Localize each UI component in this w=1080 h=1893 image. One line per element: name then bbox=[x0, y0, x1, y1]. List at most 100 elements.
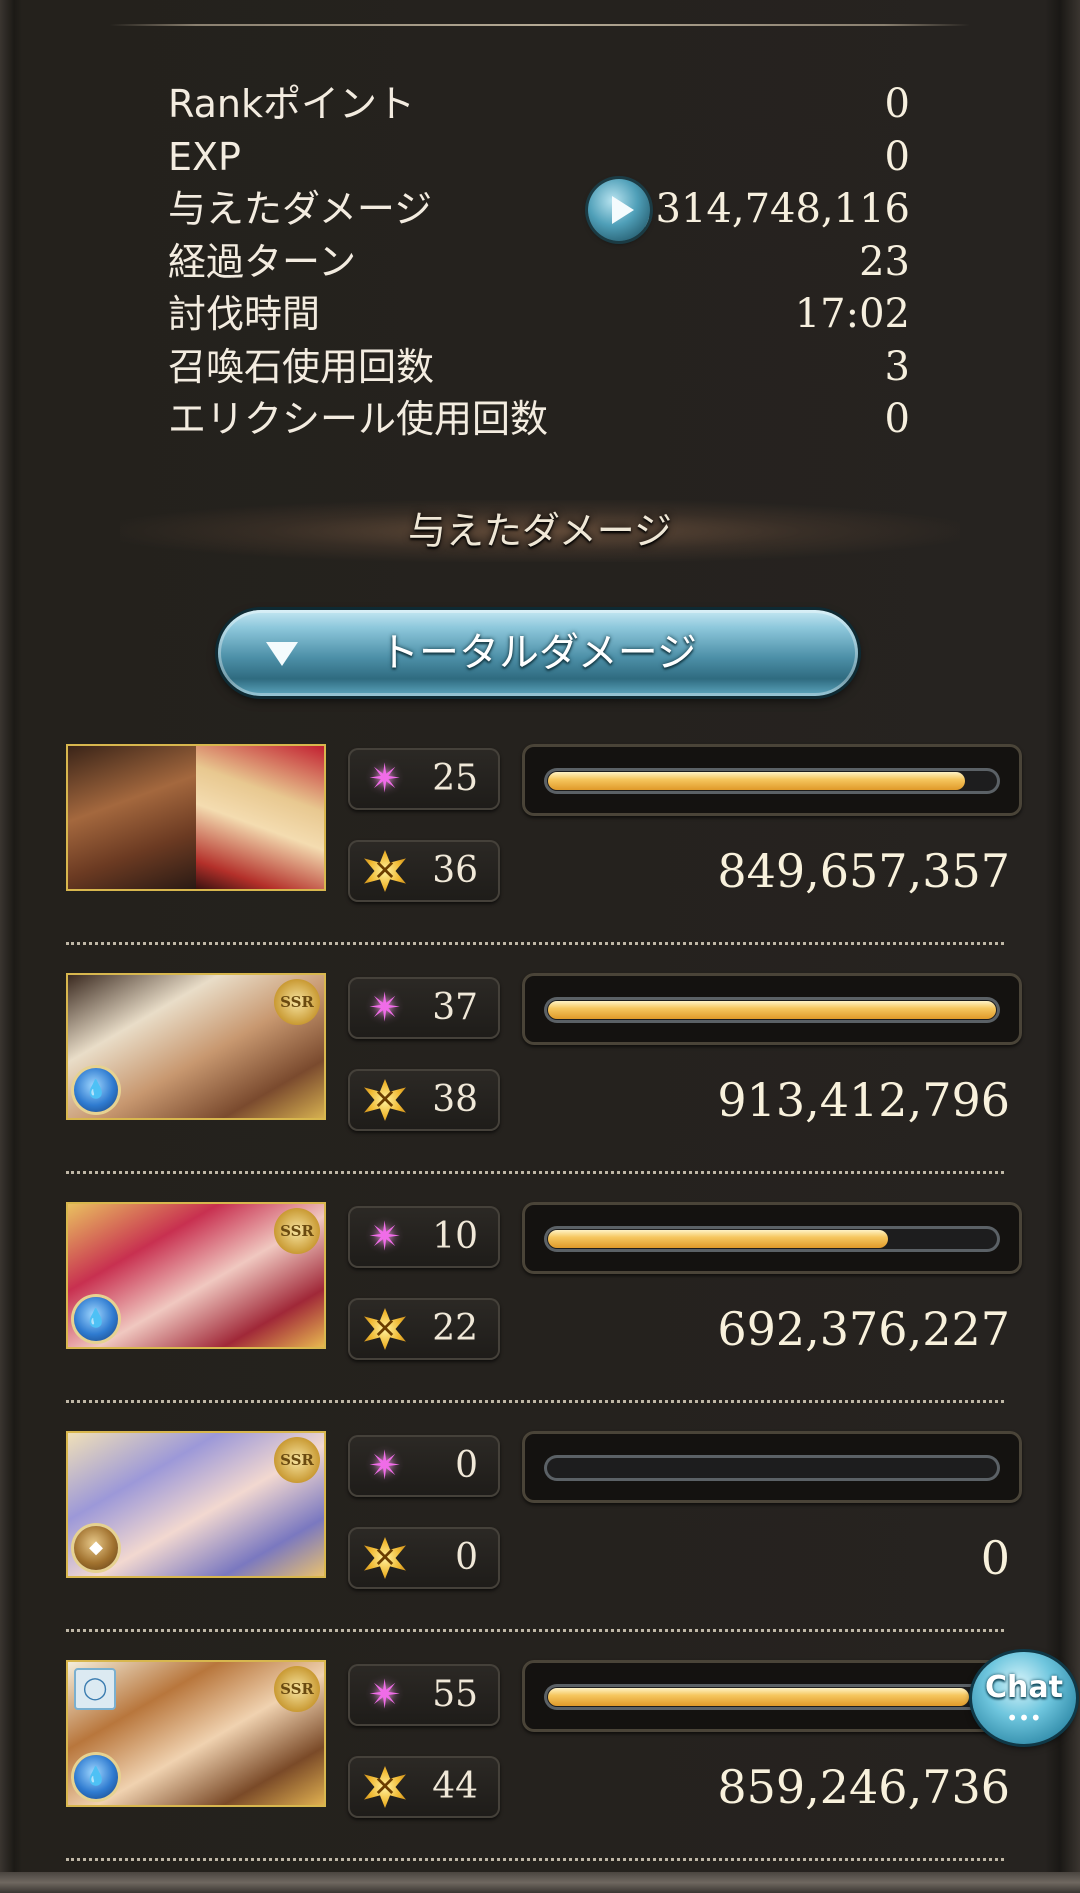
charge-attack-pill: ✕ 22 bbox=[348, 1298, 500, 1360]
damage-total: 849,657,357 bbox=[717, 844, 1010, 898]
ougi-star-icon: ✴ bbox=[368, 1214, 402, 1260]
summary-label: エリクシール使用回数 bbox=[168, 397, 549, 441]
charge-attack-icon: ✕ bbox=[364, 850, 406, 892]
character-damage-row: ◯ SSR 💧 ✴ 55 ✕ 44 859,246,736 bbox=[66, 1660, 1024, 1890]
charge-attack-count: 0 bbox=[455, 1537, 478, 1578]
damage-bar-fill bbox=[548, 1688, 969, 1706]
chat-button[interactable]: Chat ••• bbox=[972, 1652, 1076, 1744]
summary-row-rank: Rankポイント 0 bbox=[168, 78, 910, 131]
summary-row-exp: EXP 0 bbox=[168, 131, 910, 184]
section-title: 与えたダメージ bbox=[407, 509, 673, 553]
ssr-badge: SSR bbox=[274, 1666, 320, 1712]
row-divider bbox=[66, 1400, 1004, 1403]
summary-row-turns: 経過ターン 23 bbox=[168, 236, 910, 289]
ougi-star-icon: ✴ bbox=[368, 1443, 402, 1489]
summary-label: 討伐時間 bbox=[168, 292, 321, 336]
ougi-count: 37 bbox=[432, 987, 478, 1028]
charge-attack-count: 44 bbox=[432, 1766, 478, 1807]
summary-value: 0 bbox=[884, 81, 910, 127]
charge-attack-pill: ✕ 36 bbox=[348, 840, 500, 902]
damage-bar-track bbox=[544, 768, 1000, 794]
row-divider bbox=[66, 1171, 1004, 1174]
summary-row-summons: 召喚石使用回数 3 bbox=[168, 341, 910, 394]
summary-row-time: 討伐時間 17:02 bbox=[168, 288, 910, 341]
summary-row-damage: 与えたダメージ 3,314,748,116 bbox=[168, 183, 910, 236]
ougi-count-pill: ✴ 37 bbox=[348, 977, 500, 1039]
character-damage-row: SSR 💧 ✴ 10 ✕ 22 692,376,227 bbox=[66, 1202, 1024, 1432]
chat-dots-icon: ••• bbox=[1006, 1706, 1042, 1730]
charge-attack-pill: ✕ 44 bbox=[348, 1756, 500, 1818]
damage-total: 0 bbox=[980, 1531, 1010, 1585]
ssr-badge: SSR bbox=[274, 1437, 320, 1483]
charge-attack-count: 22 bbox=[432, 1308, 478, 1349]
ougi-count: 55 bbox=[432, 1674, 478, 1715]
damage-bar-fill bbox=[548, 1001, 996, 1019]
ougi-count-pill: ✴ 25 bbox=[348, 748, 500, 810]
summary-row-elixirs: エリクシール使用回数 0 bbox=[168, 393, 910, 446]
damage-bar-frame bbox=[522, 1202, 1022, 1274]
row-divider bbox=[66, 1629, 1004, 1632]
summary-label: Rankポイント bbox=[168, 82, 415, 126]
ougi-count-pill: ✴ 10 bbox=[348, 1206, 500, 1268]
water-element-icon: 💧 bbox=[74, 1755, 118, 1799]
damage-type-dropdown[interactable]: トータルダメージ bbox=[218, 610, 858, 696]
ougi-count: 10 bbox=[432, 1216, 478, 1257]
ring-icon: ◯ bbox=[74, 1668, 116, 1710]
character-damage-row: ✴ 25 ✕ 36 849,657,357 bbox=[66, 744, 1024, 974]
top-ornament bbox=[70, 14, 1010, 36]
ssr-badge: SSR bbox=[274, 1208, 320, 1254]
damage-bar-track bbox=[544, 997, 1000, 1023]
charge-attack-count: 38 bbox=[432, 1079, 478, 1120]
damage-bar-fill bbox=[548, 772, 965, 790]
ougi-star-icon: ✴ bbox=[368, 1672, 402, 1718]
damage-detail-play-button[interactable] bbox=[588, 179, 650, 241]
damage-total: 913,412,796 bbox=[717, 1073, 1010, 1127]
character-portrait[interactable]: SSR 💧 bbox=[66, 973, 326, 1120]
battle-summary: Rankポイント 0 EXP 0 与えたダメージ 3,314,748,116 経… bbox=[168, 78, 910, 446]
ougi-count: 0 bbox=[455, 1445, 478, 1486]
water-element-icon: 💧 bbox=[74, 1297, 118, 1341]
summary-value: 17:02 bbox=[794, 291, 910, 337]
dropdown-selected-label: トータルダメージ bbox=[379, 630, 697, 676]
ssr-badge: SSR bbox=[274, 979, 320, 1025]
damage-bar-track bbox=[544, 1455, 1000, 1481]
charge-attack-count: 36 bbox=[432, 850, 478, 891]
ougi-star-icon: ✴ bbox=[368, 756, 402, 802]
chat-label: Chat bbox=[985, 1670, 1063, 1705]
charge-attack-icon: ✕ bbox=[364, 1766, 406, 1808]
damage-bar-frame bbox=[522, 973, 1022, 1045]
damage-bar-frame bbox=[522, 1431, 1022, 1503]
ougi-count-pill: ✴ 55 bbox=[348, 1664, 500, 1726]
damage-section-header: 与えたダメージ bbox=[120, 500, 960, 562]
damage-total: 692,376,227 bbox=[717, 1302, 1010, 1356]
character-portrait[interactable]: ◯ SSR 💧 bbox=[66, 1660, 326, 1807]
character-portrait[interactable] bbox=[66, 744, 326, 891]
water-element-icon: 💧 bbox=[74, 1068, 118, 1112]
character-portrait[interactable]: SSR 💧 bbox=[66, 1202, 326, 1349]
ougi-count-pill: ✴ 0 bbox=[348, 1435, 500, 1497]
summary-label: EXP bbox=[168, 134, 241, 179]
damage-bar-fill bbox=[548, 1230, 888, 1248]
character-damage-row: SSR ◆ ✴ 0 ✕ 0 0 bbox=[66, 1431, 1024, 1661]
damage-bar-track bbox=[544, 1684, 1000, 1710]
row-divider bbox=[66, 1858, 1004, 1861]
summary-label: 与えたダメージ bbox=[168, 187, 433, 231]
damage-bar-track bbox=[544, 1226, 1000, 1252]
charge-attack-pill: ✕ 38 bbox=[348, 1069, 500, 1131]
ougi-star-icon: ✴ bbox=[368, 985, 402, 1031]
charge-attack-icon: ✕ bbox=[364, 1079, 406, 1121]
summary-label: 召喚石使用回数 bbox=[168, 344, 435, 389]
damage-total: 859,246,736 bbox=[717, 1760, 1010, 1814]
charge-attack-icon: ✕ bbox=[364, 1537, 406, 1579]
summary-value: 3,314,748,116 bbox=[617, 186, 910, 232]
character-portrait[interactable]: SSR ◆ bbox=[66, 1431, 326, 1578]
charge-attack-icon: ✕ bbox=[364, 1308, 406, 1350]
summary-value: 0 bbox=[884, 396, 910, 442]
charge-attack-pill: ✕ 0 bbox=[348, 1527, 500, 1589]
summary-value: 0 bbox=[884, 133, 910, 180]
earth-element-icon: ◆ bbox=[74, 1526, 118, 1570]
damage-bar-frame bbox=[522, 744, 1022, 816]
summary-label: 経過ターン bbox=[168, 239, 357, 284]
summary-value: 23 bbox=[859, 238, 910, 285]
row-divider bbox=[66, 942, 1004, 945]
